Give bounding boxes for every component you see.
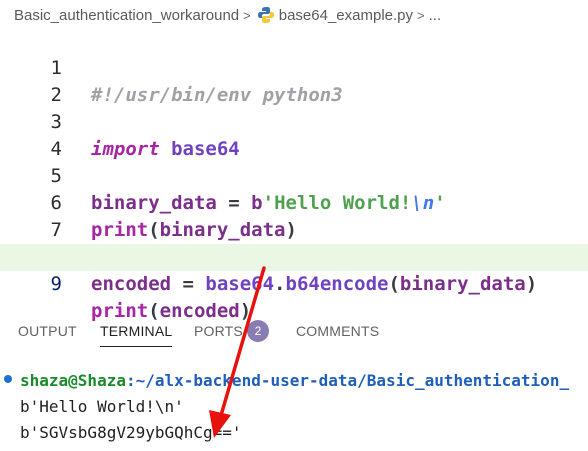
terminal-prompt-line: shaza@Shaza:~/alx-backend-user-data/Basi… [20,369,569,393]
terminal-path: :~/alx-backend-user-data/Basic_authentic… [125,371,570,390]
code-line[interactable]: 5 binary_data = b'Hello World!\n' [0,136,588,214]
python-file-icon [257,6,275,24]
terminal-output[interactable]: shaza@Shaza:~/alx-backend-user-data/Basi… [0,366,588,451]
paren-token: ) [525,273,538,295]
terminal-user: shaza@Shaza [20,371,126,390]
code-line[interactable]: 1 #!/usr/bin/env python3 [0,28,588,106]
breadcrumb-ellipsis[interactable]: ... [429,7,442,24]
code-line-current[interactable]: 9 print(encoded) [0,244,588,322]
terminal-output-line: b'Hello World!\n' [20,397,184,416]
breadcrumb-file[interactable]: base64_example.py [279,7,413,24]
module-token: base64 [205,273,275,295]
line-number: 9 [50,273,62,295]
chevron-right-icon: > [417,7,425,23]
panel-tab-bar: OUTPUT TERMINAL PORTS 2 COMMENTS [0,316,588,347]
dot-token: . [274,273,286,295]
tab-terminal[interactable]: TERMINAL [100,320,173,347]
code-line[interactable]: 4 [0,109,588,160]
code-line[interactable]: 8 encoded = base64.b64encode(binary_data… [0,217,588,295]
paren-token: ( [388,273,400,295]
operator-token: = [171,273,206,295]
code-line[interactable]: 2 [0,55,588,106]
method-token: b64encode [285,273,389,295]
breadcrumb: Basic_authentication_workaround > base64… [0,0,588,30]
code-editor[interactable]: 1 #!/usr/bin/env python3 2 3 import base… [0,28,588,322]
terminal-output-line: b'SGVsbG8gV29ybGQhCg==' [20,423,242,442]
breadcrumb-folder[interactable]: Basic_authentication_workaround [14,7,239,24]
command-status-icon [4,375,12,383]
variable-token: binary_data [399,273,526,295]
variable-token: encoded [91,273,172,295]
tab-output[interactable]: OUTPUT [18,320,77,346]
tab-ports[interactable]: PORTS [194,320,243,346]
chevron-right-icon: > [243,7,251,23]
code-line[interactable]: 6 print(binary_data) [0,163,588,241]
tab-comments[interactable]: COMMENTS [296,320,379,346]
code-line[interactable]: 7 [0,190,588,241]
ports-count-badge: 2 [247,320,269,342]
code-line[interactable]: 3 import base64 [0,82,588,160]
